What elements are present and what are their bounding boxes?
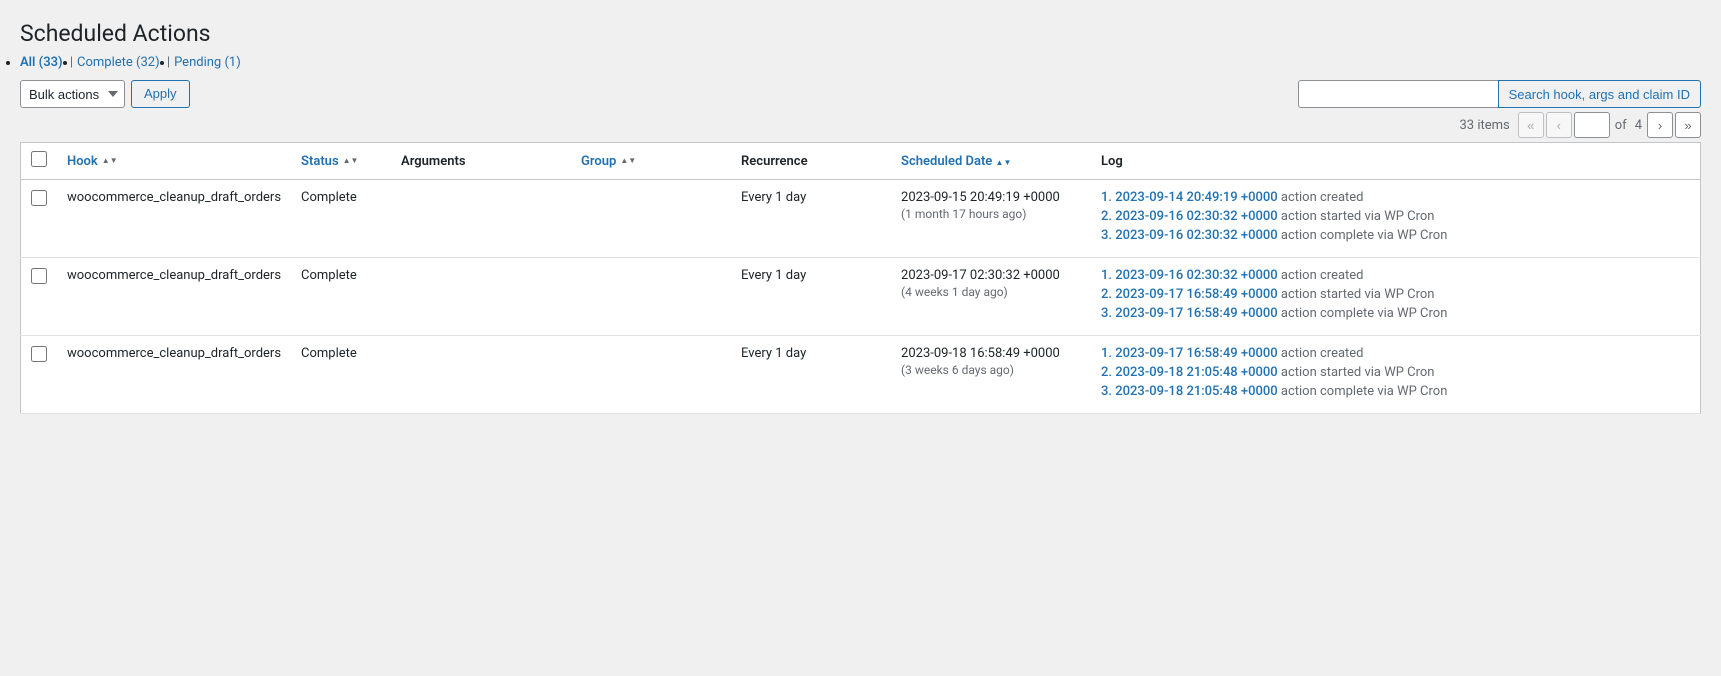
log-timestamp: 3. 2023-09-17 16:58:49 +0000 bbox=[1101, 306, 1281, 321]
cell-group bbox=[571, 180, 731, 258]
pagination-of-label: of bbox=[1615, 118, 1627, 133]
cell-recurrence: Every 1 day bbox=[731, 336, 891, 414]
scheduled-date-relative: (3 weeks 6 days ago) bbox=[901, 363, 1081, 377]
log-timestamp: 2. 2023-09-17 16:58:49 +0000 bbox=[1101, 287, 1281, 302]
sort-arrows-group: ▲▼ bbox=[620, 157, 636, 165]
col-header-arguments: Arguments bbox=[391, 143, 571, 180]
col-header-scheduled-date: Scheduled Date ▲▼ bbox=[891, 143, 1091, 180]
cell-status: Complete bbox=[291, 180, 391, 258]
log-entry: 1. 2023-09-16 02:30:32 +0000 action crea… bbox=[1101, 268, 1690, 283]
col-header-log: Log bbox=[1091, 143, 1700, 180]
cell-group bbox=[571, 336, 731, 414]
cell-status: Complete bbox=[291, 258, 391, 336]
col-header-recurrence: Recurrence bbox=[731, 143, 891, 180]
cell-scheduled-date: 2023-09-15 20:49:19 +0000 (1 month 17 hou… bbox=[891, 180, 1091, 258]
log-timestamp: 1. 2023-09-14 20:49:19 +0000 bbox=[1101, 190, 1281, 205]
log-action-text: action started via WP Cron bbox=[1281, 287, 1435, 302]
filter-pending[interactable]: Pending (1) bbox=[174, 55, 241, 70]
cell-scheduled-date: 2023-09-17 02:30:32 +0000 (4 weeks 1 day … bbox=[891, 258, 1091, 336]
row-checkbox[interactable] bbox=[31, 268, 47, 284]
filter-links: All (33) | Complete (32) | Pending (1) bbox=[20, 55, 1701, 70]
log-action-text: action started via WP Cron bbox=[1281, 209, 1435, 224]
log-entry: 1. 2023-09-17 16:58:49 +0000 action crea… bbox=[1101, 346, 1690, 361]
log-action-text: action started via WP Cron bbox=[1281, 365, 1435, 380]
search-button[interactable]: Search hook, args and claim ID bbox=[1498, 80, 1701, 108]
actions-table: Hook ▲▼ Status ▲▼ Arguments Group bbox=[20, 142, 1701, 414]
tablenav-right: Search hook, args and claim ID bbox=[1298, 80, 1701, 108]
log-action-text: action complete via WP Cron bbox=[1281, 306, 1448, 321]
log-entry: 2. 2023-09-17 16:58:49 +0000 action star… bbox=[1101, 287, 1690, 302]
search-input[interactable] bbox=[1298, 80, 1498, 108]
row-checkbox[interactable] bbox=[31, 190, 47, 206]
search-box: Search hook, args and claim ID bbox=[1298, 80, 1701, 108]
row-checkbox[interactable] bbox=[31, 346, 47, 362]
table-row: woocommerce_cleanup_draft_ordersComplete… bbox=[21, 336, 1701, 414]
cell-arguments bbox=[391, 336, 571, 414]
log-entry: 2. 2023-09-18 21:05:48 +0000 action star… bbox=[1101, 365, 1690, 380]
log-timestamp: 1. 2023-09-17 16:58:49 +0000 bbox=[1101, 346, 1281, 361]
cell-arguments bbox=[391, 258, 571, 336]
log-timestamp: 2. 2023-09-18 21:05:48 +0000 bbox=[1101, 365, 1281, 380]
log-action-text: action created bbox=[1281, 346, 1364, 361]
scheduled-date-main: 2023-09-17 02:30:32 +0000 bbox=[901, 268, 1081, 283]
table-body: woocommerce_cleanup_draft_ordersComplete… bbox=[21, 180, 1701, 414]
log-action-text: action created bbox=[1281, 268, 1364, 283]
apply-button[interactable]: Apply bbox=[131, 80, 190, 108]
cell-hook: woocommerce_cleanup_draft_orders bbox=[57, 336, 291, 414]
scheduled-date-main: 2023-09-18 16:58:49 +0000 bbox=[901, 346, 1081, 361]
cell-status: Complete bbox=[291, 336, 391, 414]
pagination-next[interactable]: › bbox=[1647, 112, 1673, 138]
log-timestamp: 3. 2023-09-16 02:30:32 +0000 bbox=[1101, 228, 1281, 243]
cell-hook: woocommerce_cleanup_draft_orders bbox=[57, 180, 291, 258]
bulk-actions-select[interactable]: Bulk actions Delete bbox=[20, 80, 125, 108]
sort-arrows-hook: ▲▼ bbox=[102, 157, 118, 165]
log-entry: 3. 2023-09-16 02:30:32 +0000 action comp… bbox=[1101, 228, 1690, 243]
pagination-first[interactable]: « bbox=[1518, 112, 1544, 138]
page-title: Scheduled Actions bbox=[20, 20, 1701, 47]
tablenav-left: Bulk actions Delete Apply bbox=[20, 80, 190, 108]
filter-all[interactable]: All (33) | bbox=[20, 55, 77, 70]
col-header-hook: Hook ▲▼ bbox=[57, 143, 291, 180]
log-timestamp: 1. 2023-09-16 02:30:32 +0000 bbox=[1101, 268, 1281, 283]
sort-arrows-status: ▲▼ bbox=[343, 157, 359, 165]
log-entry: 1. 2023-09-14 20:49:19 +0000 action crea… bbox=[1101, 190, 1690, 205]
log-timestamp: 3. 2023-09-18 21:05:48 +0000 bbox=[1101, 384, 1281, 399]
pagination-prev[interactable]: ‹ bbox=[1546, 112, 1572, 138]
log-timestamp: 2. 2023-09-16 02:30:32 +0000 bbox=[1101, 209, 1281, 224]
cell-hook: woocommerce_cleanup_draft_orders bbox=[57, 258, 291, 336]
cell-recurrence: Every 1 day bbox=[731, 258, 891, 336]
table-row: woocommerce_cleanup_draft_ordersComplete… bbox=[21, 258, 1701, 336]
cell-log: 1. 2023-09-14 20:49:19 +0000 action crea… bbox=[1091, 180, 1700, 258]
cell-arguments bbox=[391, 180, 571, 258]
tablenav-top: Bulk actions Delete Apply Search hook, a… bbox=[20, 80, 1701, 108]
items-count: 33 items bbox=[1459, 118, 1509, 133]
cell-log: 1. 2023-09-16 02:30:32 +0000 action crea… bbox=[1091, 258, 1700, 336]
pagination-total-pages: 4 bbox=[1635, 118, 1642, 133]
tablenav-pagination-bar: 33 items « ‹ 1 of 4 › » bbox=[20, 112, 1701, 138]
scheduled-date-relative: (1 month 17 hours ago) bbox=[901, 207, 1081, 221]
sort-arrows-scheduled: ▲▼ bbox=[996, 159, 1012, 167]
select-all-checkbox[interactable] bbox=[31, 151, 47, 167]
table-row: woocommerce_cleanup_draft_ordersComplete… bbox=[21, 180, 1701, 258]
col-header-group: Group ▲▼ bbox=[571, 143, 731, 180]
log-action-text: action complete via WP Cron bbox=[1281, 228, 1448, 243]
col-header-checkbox bbox=[21, 143, 58, 180]
pagination-current-page[interactable]: 1 bbox=[1574, 112, 1610, 138]
scheduled-date-relative: (4 weeks 1 day ago) bbox=[901, 285, 1081, 299]
log-action-text: action complete via WP Cron bbox=[1281, 384, 1448, 399]
log-entry: 3. 2023-09-18 21:05:48 +0000 action comp… bbox=[1101, 384, 1690, 399]
cell-recurrence: Every 1 day bbox=[731, 180, 891, 258]
col-header-status: Status ▲▼ bbox=[291, 143, 391, 180]
scheduled-date-main: 2023-09-15 20:49:19 +0000 bbox=[901, 190, 1081, 205]
bulk-actions: Bulk actions Delete bbox=[20, 80, 125, 108]
table-header-row: Hook ▲▼ Status ▲▼ Arguments Group bbox=[21, 143, 1701, 180]
log-action-text: action created bbox=[1281, 190, 1364, 205]
cell-group bbox=[571, 258, 731, 336]
pagination: « ‹ 1 of 4 › » bbox=[1518, 112, 1701, 138]
log-entry: 3. 2023-09-17 16:58:49 +0000 action comp… bbox=[1101, 306, 1690, 321]
cell-log: 1. 2023-09-17 16:58:49 +0000 action crea… bbox=[1091, 336, 1700, 414]
log-entry: 2. 2023-09-16 02:30:32 +0000 action star… bbox=[1101, 209, 1690, 224]
cell-scheduled-date: 2023-09-18 16:58:49 +0000 (3 weeks 6 days… bbox=[891, 336, 1091, 414]
pagination-last[interactable]: » bbox=[1675, 112, 1701, 138]
